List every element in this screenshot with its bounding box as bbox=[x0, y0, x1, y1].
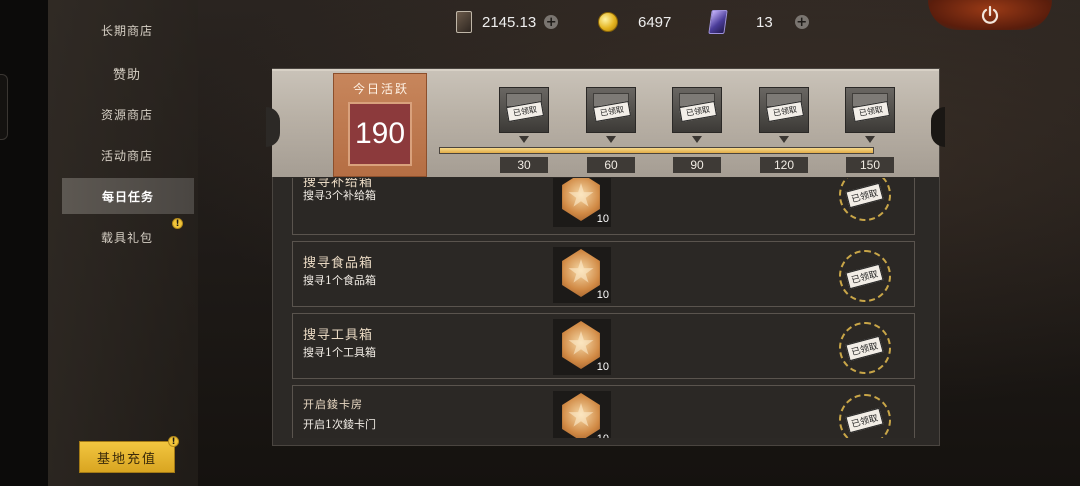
reward-qty: 10 bbox=[596, 361, 609, 373]
today-activity-label: 今日活跃 bbox=[352, 82, 409, 96]
milestone-value: 120 bbox=[760, 157, 808, 173]
card-icon bbox=[456, 11, 472, 33]
today-activity-box: 今日活跃 190 bbox=[333, 73, 427, 177]
task-row: 搜寻补给箱 搜寻3个补给箱 10 已领取 bbox=[292, 178, 915, 235]
reward-qty: 10 bbox=[597, 433, 609, 438]
claimed-stamp: 已领取 bbox=[839, 394, 891, 438]
task-desc: 搜寻3个补给箱 bbox=[303, 189, 376, 202]
device-edge bbox=[0, 0, 48, 486]
sidebar: 长期商店 赞助 资源商店 活动商店 每日任务 载具礼包 ! bbox=[48, 0, 198, 486]
task-row: 搜寻工具箱 搜寻1个工具箱 10 已领取 bbox=[292, 313, 915, 379]
sidebar-item-label: 活动商店 bbox=[100, 148, 153, 163]
base-recharge-button[interactable]: 基地充值 bbox=[79, 441, 175, 473]
task-title: 搜寻食品箱 bbox=[303, 256, 374, 271]
milestone-chest-30[interactable]: 已领取 30 bbox=[499, 87, 551, 173]
chest-icon: 已领取 bbox=[759, 87, 809, 133]
claimed-stamp: 已领取 bbox=[839, 178, 891, 221]
alert-icon: ! bbox=[172, 218, 183, 229]
sidebar-item-daily-tasks[interactable]: 每日任务 bbox=[62, 178, 194, 214]
coin-resource: 6497 bbox=[598, 6, 671, 38]
task-desc: 搜寻1个食品箱 bbox=[303, 274, 376, 287]
chest-icon: 已领取 bbox=[845, 87, 895, 133]
task-desc: 开启1次錂卡门 bbox=[303, 418, 376, 431]
milestone-chest-60[interactable]: 已领取 60 bbox=[586, 87, 638, 173]
sidebar-item-label: 载具礼包 bbox=[100, 230, 153, 245]
coin-icon bbox=[598, 12, 618, 32]
sidebar-item-label: 资源商店 bbox=[100, 107, 153, 122]
device-notch bbox=[0, 74, 8, 140]
chest-icon: 已领取 bbox=[586, 87, 636, 133]
sidebar-item-label: 赞助 bbox=[112, 67, 141, 83]
task-title: 搜寻工具箱 bbox=[303, 328, 374, 343]
chest-icon: 已领取 bbox=[499, 87, 549, 133]
sidebar-item-label: 每日任务 bbox=[101, 189, 154, 204]
milestone-chest-90[interactable]: 已领取 90 bbox=[672, 87, 724, 173]
milestone-value: 90 bbox=[673, 157, 721, 173]
crystal-resource: 13 + bbox=[708, 6, 809, 38]
today-activity-value: 190 bbox=[348, 102, 412, 166]
milestone-chest-150[interactable]: 已领取 150 bbox=[845, 87, 897, 173]
alert-icon: ! bbox=[168, 436, 179, 447]
task-row: 搜寻食品箱 搜寻1个食品箱 10 已领取 bbox=[292, 241, 915, 307]
reward-item[interactable]: 10 bbox=[553, 319, 611, 375]
claimed-stamp: 已领取 bbox=[839, 322, 891, 374]
reward-item[interactable]: 10 bbox=[553, 391, 611, 438]
task-list[interactable]: 搜寻补给箱 搜寻3个补给箱 10 已领取 搜寻食品箱 搜寻1个食品箱 10 已领… bbox=[292, 178, 916, 438]
card-value: 2145.13 bbox=[482, 13, 537, 31]
power-button[interactable] bbox=[928, 0, 1052, 30]
chest-icon: 已领取 bbox=[672, 87, 722, 133]
recharge-label: 基地充值 bbox=[96, 451, 157, 467]
milestone-value: 60 bbox=[587, 157, 635, 173]
reward-item[interactable]: 10 bbox=[553, 247, 611, 303]
activity-header: 今日活跃 190 已领取 30 已领取 60 已领取 90 已领取 120 已领… bbox=[266, 69, 945, 177]
task-row: 开启錂卡房 开启1次錂卡门 10 已领取 bbox=[292, 385, 915, 438]
card-resource: 2145.13 + bbox=[456, 6, 559, 38]
sidebar-item-resource-shop[interactable]: 资源商店 bbox=[62, 96, 192, 132]
task-desc: 搜寻1个工具箱 bbox=[303, 346, 376, 359]
reward-item[interactable]: 10 bbox=[553, 178, 611, 227]
milestone-value: 30 bbox=[500, 157, 548, 173]
task-title: 开启錂卡房 bbox=[303, 398, 363, 411]
milestone-chest-120[interactable]: 已领取 120 bbox=[759, 87, 811, 173]
add-crystal-button[interactable]: + bbox=[794, 15, 809, 29]
sidebar-item-long-term-shop[interactable]: 长期商店 bbox=[62, 12, 192, 48]
add-card-button[interactable]: + bbox=[544, 15, 559, 29]
milestone-value: 150 bbox=[846, 157, 894, 173]
sidebar-item-label: 长期商店 bbox=[100, 23, 153, 38]
crystal-value: 13 bbox=[756, 13, 773, 31]
claimed-stamp: 已领取 bbox=[839, 250, 891, 302]
sidebar-item-event-shop[interactable]: 活动商店 bbox=[62, 137, 192, 173]
reward-qty: 10 bbox=[596, 213, 609, 225]
reward-qty: 10 bbox=[596, 289, 609, 301]
coin-value: 6497 bbox=[638, 13, 672, 31]
power-icon bbox=[981, 5, 999, 24]
sidebar-item-sponsor[interactable]: 赞助 bbox=[62, 55, 192, 91]
crystal-icon bbox=[708, 10, 728, 34]
